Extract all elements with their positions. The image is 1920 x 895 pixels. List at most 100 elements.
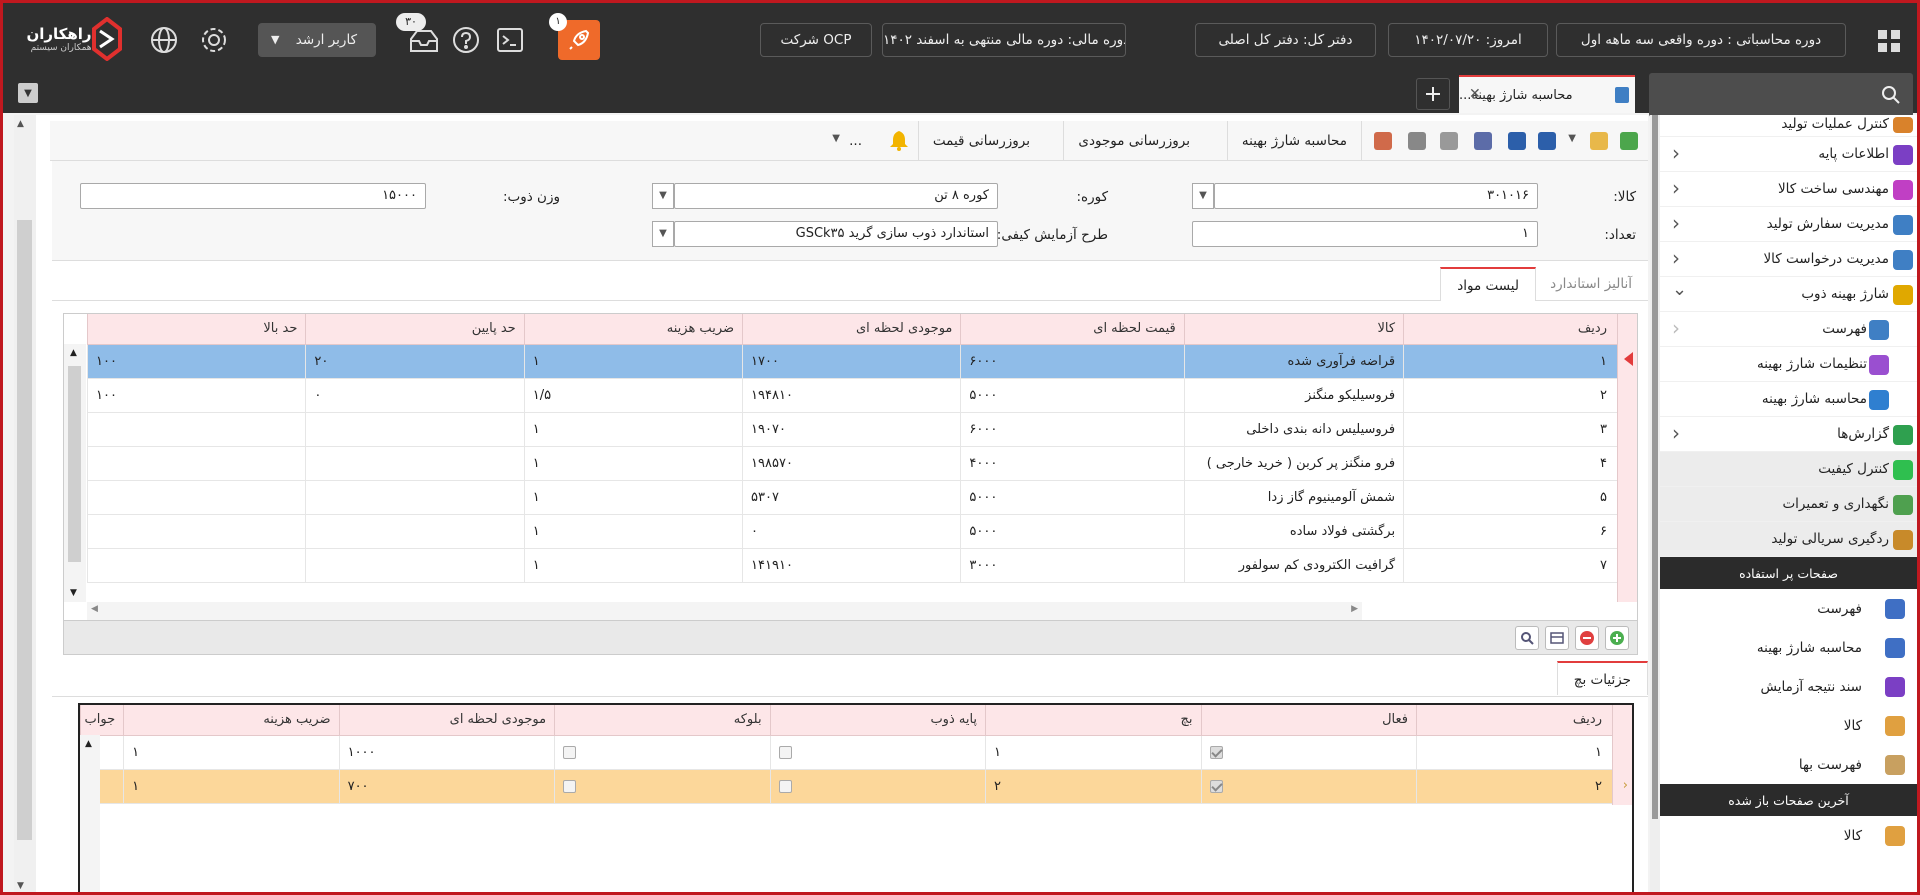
sidebar-scrollbar[interactable] <box>1650 115 1660 892</box>
table-cell[interactable] <box>305 548 525 583</box>
column-header[interactable]: حد بالا <box>86 314 306 345</box>
column-header[interactable]: جواب <box>79 705 124 736</box>
column-header[interactable]: فعال <box>1200 705 1417 736</box>
table-cell[interactable]: گرافیت الکترودی کم سولفور <box>1183 548 1404 583</box>
table-cell[interactable] <box>86 548 306 583</box>
active-checkbox[interactable] <box>1209 779 1223 793</box>
user-menu[interactable]: ▼ کاربر ارشد <box>258 23 376 57</box>
table-cell[interactable]: ۱۰۰ <box>86 344 306 379</box>
update-price-button[interactable]: بروزرسانی قیمت <box>917 121 1044 161</box>
gear-icon[interactable] <box>199 25 229 55</box>
checkbox-cell[interactable] <box>769 735 986 770</box>
table-cell[interactable]: ۶ <box>1403 514 1637 549</box>
column-header[interactable]: ضریب هزینه <box>523 314 743 345</box>
tab-materials-list[interactable]: لیست مواد <box>1440 267 1536 301</box>
chevron-left-icon[interactable]: ‹ <box>1672 141 1680 165</box>
column-header[interactable]: موجودی لحظه ای <box>338 705 555 736</box>
sidebar-item[interactable]: گزارش‌ها ‹ <box>1660 417 1917 452</box>
column-header[interactable]: پایه ذوب <box>769 705 986 736</box>
table-row[interactable]: ۲ فروسیلیکو منگنز ۵۰۰۰ ۱۹۴۸۱۰ ۱/۵ ۰ ۱۰۰ <box>86 378 1637 413</box>
table-row[interactable]: ۱ ۱ ۱۰۰۰ ۱ <box>79 735 1632 770</box>
table-cell[interactable]: قراضه فرآوری شده <box>1183 344 1404 379</box>
table-cell[interactable] <box>86 514 306 549</box>
table-cell[interactable]: ۱ <box>523 480 743 515</box>
collapse-toggle-icon[interactable]: ▼ <box>18 83 38 103</box>
column-header[interactable]: موجودی لحظه ای <box>742 314 961 345</box>
sidebar-item[interactable]: محاسبه شارژ بهینه <box>1660 382 1917 417</box>
fiscal-period-selector[interactable]: دوره مالی: دوره مالی منتهی به اسفند ۱۴۰۲ <box>882 23 1126 57</box>
table-cell[interactable]: ۱ <box>985 735 1202 770</box>
melt-base-checkbox[interactable] <box>778 779 792 793</box>
chevron-left-icon[interactable]: ‹ <box>1672 176 1680 200</box>
table-cell[interactable]: ۱۹۸۵۷۰ <box>742 446 961 481</box>
column-header[interactable]: قیمت لحظه ای <box>960 314 1185 345</box>
table-cell[interactable]: ۳۰۰۰ <box>960 548 1185 583</box>
table-cell[interactable]: ۱ <box>523 446 743 481</box>
today-date[interactable]: امروز: ۱۴۰۲/۰۷/۲۰ <box>1388 23 1548 57</box>
transfer-icon[interactable] <box>1374 132 1392 150</box>
item-dropdown-icon[interactable]: ▼ <box>1192 183 1214 209</box>
table-cell[interactable]: ۵۰۰۰ <box>960 514 1185 549</box>
ledger-selector[interactable]: دفتر کل: دفتر کل اصلی <box>1195 23 1376 57</box>
column-header[interactable]: ضریب هزینه <box>123 705 340 736</box>
company-selector[interactable]: شرکت OCP <box>760 23 872 57</box>
save-close-icon[interactable] <box>1474 132 1492 150</box>
delete-icon[interactable] <box>1440 132 1458 150</box>
table-cell[interactable]: ۱/۵ <box>523 378 743 413</box>
count-input[interactable]: ۱ <box>1192 221 1538 247</box>
table-cell[interactable]: ۷۰۰ <box>338 769 555 804</box>
table-row[interactable]: ۷ گرافیت الکترودی کم سولفور ۳۰۰۰ ۱۴۱۹۱۰ ۱ <box>86 548 1637 583</box>
frequent-page-link[interactable]: فهرست <box>1660 589 1917 628</box>
table-cell[interactable]: ۱ <box>1416 735 1632 770</box>
column-header[interactable]: کالا <box>1183 314 1404 345</box>
blocked-checkbox[interactable] <box>563 745 577 759</box>
materials-grid-hscroll[interactable]: ◀ ▶ <box>87 602 1362 620</box>
weight-input[interactable]: ۱۵۰۰۰ <box>80 183 426 209</box>
table-cell[interactable]: ۵۳۰۷ <box>742 480 961 515</box>
table-cell[interactable]: ۵۰۰۰ <box>960 378 1185 413</box>
table-row[interactable]: ۶ برگشتی فولاد ساده ۵۰۰۰ ۰ ۱ <box>86 514 1637 549</box>
table-cell[interactable]: ۱ <box>123 769 340 804</box>
table-cell[interactable]: ۱ <box>523 412 743 447</box>
table-cell[interactable]: ۱۷۰۰ <box>742 344 961 379</box>
chevron-down-icon[interactable]: ⌄ <box>1672 279 1687 300</box>
table-row[interactable]: ۱ قراضه فرآوری شده ۶۰۰۰ ۱۷۰۰ ۱ ۲۰ ۱۰۰ <box>86 344 1637 379</box>
table-cell[interactable]: ۶۰۰۰ <box>960 412 1185 447</box>
menu-search-input[interactable] <box>1649 73 1913 117</box>
table-cell[interactable]: ۱ <box>523 344 743 379</box>
furnace-dropdown-icon[interactable]: ▼ <box>652 183 674 209</box>
column-header[interactable]: ردیف <box>1403 314 1637 345</box>
table-row[interactable]: ۵ شمش آلومینیوم گاز زدا ۵۰۰۰ ۵۳۰۷ ۱ <box>86 480 1637 515</box>
tab-calc-charge[interactable]: محاسبه شارژ بهینه... ✕ <box>1459 75 1635 113</box>
table-cell[interactable]: ۶۰۰۰ <box>960 344 1185 379</box>
tab-standard-analysis[interactable]: آنالیز استاندارد <box>1534 267 1648 301</box>
furnace-input[interactable]: کوره ۸ تن <box>674 183 998 209</box>
table-row[interactable]: ۲ ۲ ۷۰۰ ۱ <box>79 769 1632 804</box>
logo[interactable]: راهکاران همکاران سیستم <box>17 15 127 63</box>
table-cell[interactable] <box>86 446 306 481</box>
active-checkbox[interactable] <box>1209 745 1223 759</box>
copy-icon[interactable] <box>1408 132 1426 150</box>
checkbox-cell[interactable] <box>554 769 771 804</box>
sidebar-item[interactable]: اطلاعات پایه ‹ <box>1660 137 1917 172</box>
column-header[interactable]: بچ <box>985 705 1202 736</box>
table-row[interactable]: ۳ فروسیلیس دانه بندی داخلی ۶۰۰۰ ۱۹۰۷۰ ۱ <box>86 412 1637 447</box>
calc-charge-button[interactable]: محاسبه شارژ بهینه <box>1226 121 1362 161</box>
table-cell[interactable]: ۲ <box>985 769 1202 804</box>
column-header[interactable]: حد پایین <box>305 314 525 345</box>
help-icon[interactable] <box>451 25 481 55</box>
table-cell[interactable]: شمش آلومینیوم گاز زدا <box>1183 480 1404 515</box>
new-doc-icon[interactable] <box>1620 132 1638 150</box>
apps-grid-icon[interactable] <box>1875 27 1903 55</box>
chevron-left-icon[interactable]: ‹ <box>1672 421 1680 445</box>
sidebar-item[interactable]: مهندسی ساخت کالا ‹ <box>1660 172 1917 207</box>
export-grid-button[interactable] <box>1545 626 1569 650</box>
materials-grid-vscroll[interactable]: ▲ ▼ <box>64 344 86 602</box>
table-cell[interactable]: فرو منگنز پر کربن ( خرید خارجی ) <box>1183 446 1404 481</box>
table-cell[interactable]: ۵ <box>1403 480 1637 515</box>
sidebar-item[interactable]: شارژ بهینه ذوب ⌄ <box>1660 277 1917 312</box>
table-cell[interactable] <box>86 480 306 515</box>
close-tab-icon[interactable]: ✕ <box>1469 86 1481 102</box>
table-cell[interactable]: ۱۴۱۹۱۰ <box>742 548 961 583</box>
table-cell[interactable]: ۲ <box>1416 769 1632 804</box>
